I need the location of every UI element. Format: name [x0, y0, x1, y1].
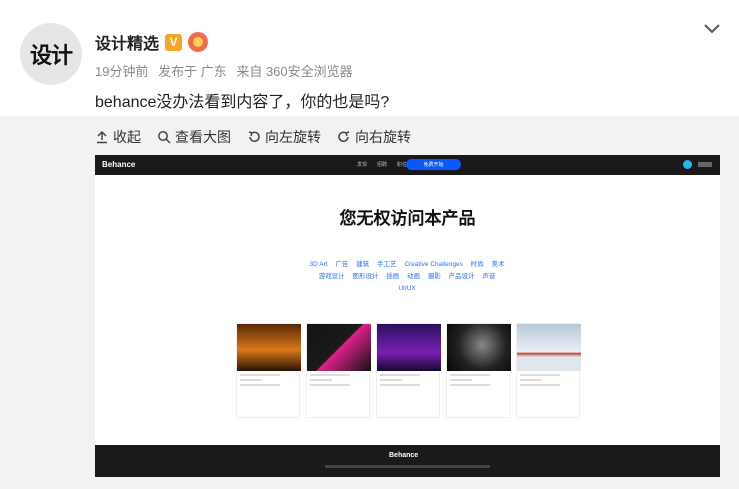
category-tag: 手工艺: [377, 261, 397, 268]
project-stats-line: [450, 384, 490, 386]
view-large-button[interactable]: 查看大图: [157, 127, 231, 147]
category-tag: 时尚: [470, 261, 484, 268]
rotate-left-icon: [248, 131, 260, 142]
project-thumbnail: [447, 324, 511, 371]
category-tag: 声音: [482, 273, 496, 280]
category-tag: 游戏设计: [318, 273, 345, 280]
category-tag: 3D Art: [309, 261, 328, 268]
project-stats-line: [380, 384, 420, 386]
project-title-line: [310, 374, 350, 376]
project-card: [376, 323, 441, 418]
project-thumbnail: [517, 324, 581, 371]
category-tag: 动画: [407, 273, 420, 280]
rotate-right-label: 向右旋转: [355, 129, 411, 145]
behance-footer-links: [325, 465, 490, 468]
project-stats-line: [520, 384, 560, 386]
project-thumbnail: [307, 324, 371, 371]
project-title-line: [240, 374, 280, 376]
post-time[interactable]: 19分钟前: [95, 64, 148, 79]
post-image[interactable]: Behance 发现 招聘 职位 免费开始 您无权访问本产品 3D Art 广告…: [95, 155, 720, 477]
collapse-button[interactable]: 收起: [95, 127, 141, 147]
avatar[interactable]: 设计: [20, 23, 82, 85]
behance-footer: Behance: [95, 445, 720, 477]
project-owner-line: [310, 379, 332, 381]
project-card: [306, 323, 371, 418]
project-owner-line: [380, 379, 402, 381]
project-card: [516, 323, 581, 418]
behance-navbar: Behance 发现 招聘 职位 免费开始: [95, 155, 720, 175]
project-owner-line: [240, 379, 262, 381]
category-tag: 产品设计: [448, 273, 475, 280]
category-tag: 建筑: [356, 261, 370, 268]
post-location: 发布于 广东: [158, 64, 227, 79]
rotate-left-button[interactable]: 向左旋转: [247, 127, 321, 147]
author-row: 设计精选 V: [95, 30, 209, 54]
project-owner-line: [520, 379, 542, 381]
behance-nav-links: 发现 招聘 职位: [357, 161, 407, 168]
category-tag: 图形设计: [352, 273, 379, 280]
verified-icon: V: [165, 33, 183, 51]
category-tag: Creative Challenges: [404, 261, 463, 268]
collapse-label: 收起: [113, 129, 141, 145]
rotate-right-icon: [338, 131, 350, 142]
medal-icon: [188, 32, 209, 52]
avatar-text: 设计: [29, 44, 73, 69]
category-tag: 美术: [491, 261, 505, 268]
behance-category-tags: 3D Art 广告 建筑 手工艺 Creative Challenges 时尚 …: [247, 259, 567, 295]
category-tag: 广告: [335, 261, 349, 268]
project-title-line: [520, 374, 560, 376]
image-toolbar: 收起 查看大图 向左旋转 向右旋转: [95, 127, 411, 147]
behance-nav-link: 发现: [357, 162, 368, 168]
category-tag: UI/UX: [398, 285, 416, 292]
project-card: [446, 323, 511, 418]
behance-user-area: [683, 160, 712, 169]
post-source: 来自 360安全浏览器: [236, 64, 353, 79]
project-card: [236, 323, 301, 418]
project-thumbnail: [377, 324, 441, 371]
behance-nav-link: 招聘: [377, 162, 388, 168]
project-cards: [236, 323, 581, 418]
search-icon: [158, 131, 171, 144]
chevron-down-icon[interactable]: [703, 22, 721, 36]
project-stats-line: [310, 384, 350, 386]
project-title-line: [380, 374, 420, 376]
project-thumbnail: [237, 324, 301, 371]
behance-no-access-title: 您无权访问本产品: [339, 209, 476, 228]
behance-logo: Behance: [102, 160, 136, 169]
behance-avatar-icon: [683, 160, 692, 169]
behance-cta-pill: 免费开始: [406, 159, 461, 170]
post-text: behance没办法看到内容了，你的也是吗?: [95, 94, 390, 111]
rotate-left-label: 向左旋转: [265, 129, 321, 145]
author-name[interactable]: 设计精选: [95, 30, 159, 54]
behance-menu-icon: [698, 162, 712, 167]
collapse-icon: [97, 130, 107, 144]
project-title-line: [450, 374, 490, 376]
post-meta: 19分钟前 发布于 广东 来自 360安全浏览器: [95, 61, 353, 80]
project-stats-line: [240, 384, 280, 386]
category-tag: 插画: [386, 273, 400, 280]
rotate-right-button[interactable]: 向右旋转: [337, 127, 411, 147]
category-tag: 摄影: [427, 273, 441, 280]
project-owner-line: [450, 379, 472, 381]
view-large-label: 查看大图: [175, 129, 231, 145]
behance-footer-logo: Behance: [389, 452, 419, 459]
